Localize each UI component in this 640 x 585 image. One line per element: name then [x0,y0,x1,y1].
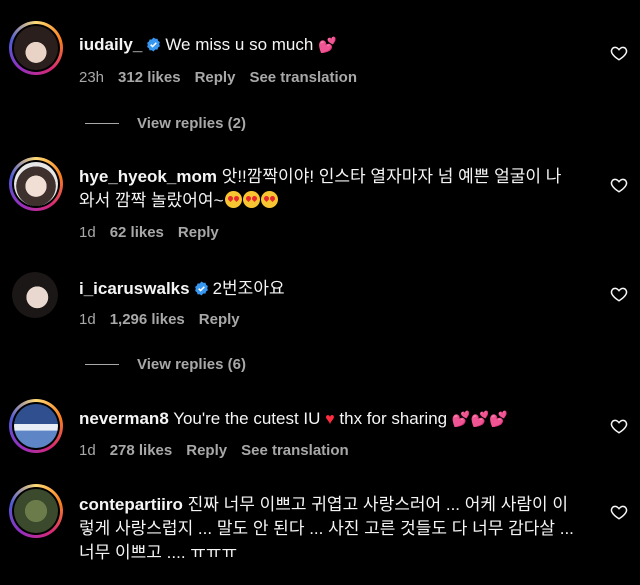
reply-button[interactable]: Reply [195,69,236,86]
heart-outline-icon[interactable] [610,44,628,62]
comment-text-line3: 너무 이쁘고 .... ㅠㅠㅠ [79,543,238,562]
heart-outline-icon[interactable] [610,417,628,435]
likes-count[interactable]: 62 likes [110,224,164,241]
view-replies-label: View replies (6) [137,356,246,373]
heart-eyes-emoji [260,191,278,208]
avatar[interactable] [9,21,63,75]
divider-line [85,123,119,124]
reply-button[interactable]: Reply [186,442,227,459]
two-hearts-emoji: 💕 [318,37,337,54]
heart-outline-icon[interactable] [610,503,628,521]
heart-eyes-emoji [224,191,242,208]
heart-outline-icon[interactable] [610,176,628,194]
two-hearts-emoji: 💕💕💕 [451,411,508,428]
avatar[interactable] [9,399,63,453]
timestamp: 23h [79,69,105,86]
timestamp: 1d [79,442,96,459]
likes-count[interactable]: 312 likes [118,69,181,86]
likes-count[interactable]: 1,296 likes [110,311,185,328]
comment-text-line2: 렇게 사랑스럽지 ... 말도 안 된다 ... 사진 고른 것들도 다 너무 … [79,519,574,538]
comment-text: 2번조아요 [212,279,285,298]
see-translation-button[interactable]: See translation [249,69,357,86]
verified-badge-icon [194,281,208,296]
username[interactable]: neverman8 [79,409,169,428]
reply-button[interactable]: Reply [178,224,219,241]
see-translation-button[interactable]: See translation [241,442,349,459]
comment-text-line1: 진짜 너무 이쁘고 귀엽고 사랑스러어 ... 어케 사람이 이 [187,495,569,514]
view-replies-label: View replies (2) [137,115,246,132]
comment-text: We miss u so much [165,35,314,54]
avatar[interactable] [9,484,63,538]
divider-line [85,364,119,365]
comment-text-line2: 와서 깜짝 놀랐어여~ [79,191,224,210]
likes-count[interactable]: 278 likes [110,442,173,459]
verified-badge-icon [147,37,161,52]
avatar[interactable] [9,157,63,211]
reply-button[interactable]: Reply [199,311,240,328]
red-heart-emoji: ♥ [325,411,335,428]
username[interactable]: hye_hyeok_mom [79,167,217,186]
comment-text-part2: thx for sharing [339,409,448,428]
username[interactable]: iudaily_ [79,35,142,54]
view-replies-button[interactable]: View replies (2) [85,115,246,132]
avatar[interactable] [12,272,58,318]
username[interactable]: contepartiiro [79,495,183,514]
comment-text-part1: You're the cutest IU [173,409,321,428]
heart-eyes-emoji [242,191,260,208]
heart-outline-icon[interactable] [610,285,628,303]
username[interactable]: i_icaruswalks [79,279,190,298]
timestamp: 1d [79,224,96,241]
timestamp: 1d [79,311,96,328]
comment-text-line1: 앗!!깜짝이야! 인스타 열자마자 넘 예쁜 얼굴이 나 [221,167,562,186]
view-replies-button[interactable]: View replies (6) [85,356,246,373]
